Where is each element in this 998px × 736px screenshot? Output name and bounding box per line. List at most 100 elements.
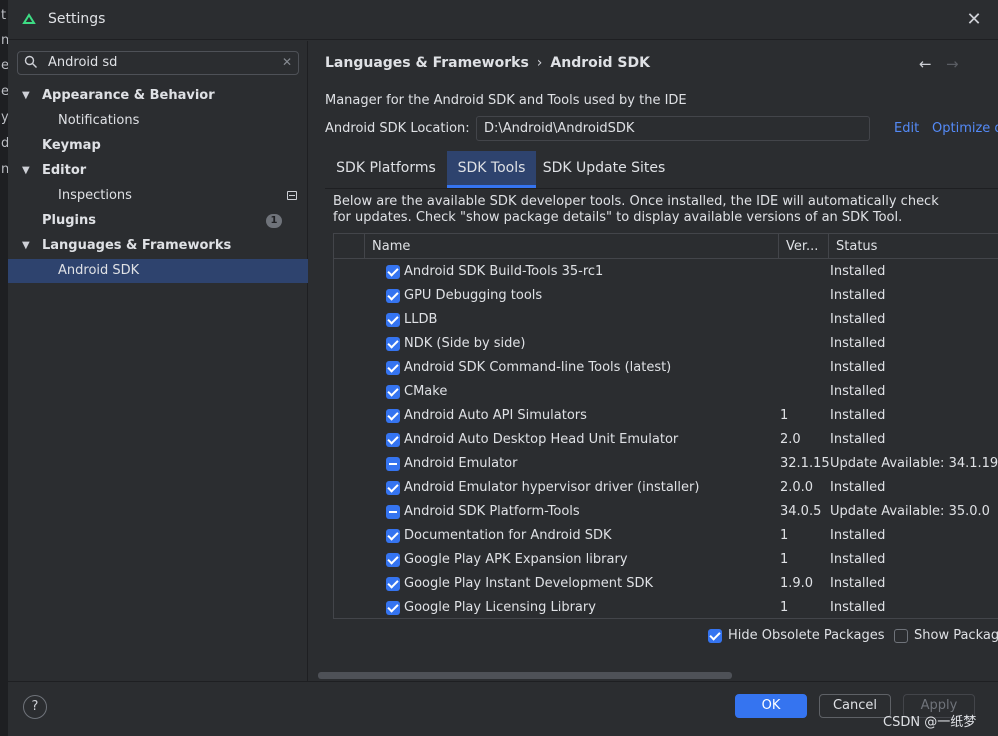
tools-note-line: Below are the available SDK developer to… bbox=[333, 194, 939, 209]
help-icon[interactable]: ? bbox=[23, 695, 47, 719]
chevron-down-icon: ▼ bbox=[22, 240, 30, 251]
tool-version: 1 bbox=[780, 408, 789, 423]
sidebar-item-label: Languages & Frameworks bbox=[42, 238, 232, 253]
tool-status: Installed bbox=[830, 432, 886, 447]
tool-status: Installed bbox=[830, 336, 886, 351]
table-row[interactable]: Android SDK Command-line Tools (latest) I… bbox=[334, 356, 998, 380]
sidebar-item-inspections[interactable]: Inspections bbox=[8, 184, 308, 208]
tool-name: Android SDK Platform-Tools bbox=[404, 504, 580, 519]
tool-version: 1.9.0 bbox=[780, 576, 814, 591]
sidebar-item-android-sdk[interactable]: Android SDK bbox=[8, 259, 308, 283]
checkbox-partial[interactable] bbox=[386, 505, 400, 519]
table-row[interactable]: Android Emulator hypervisor driver (inst… bbox=[334, 476, 998, 500]
edit-link[interactable]: Edit bbox=[894, 121, 919, 136]
tab-sdk-platforms[interactable]: SDK Platforms bbox=[325, 151, 447, 188]
table-row[interactable]: Android Auto API Simulators 1 Installed bbox=[334, 404, 998, 428]
optimize-link[interactable]: Optimize d bbox=[932, 121, 998, 136]
checkbox-checked[interactable] bbox=[386, 601, 400, 615]
search-icon bbox=[24, 55, 40, 71]
tool-name: Google Play APK Expansion library bbox=[404, 552, 628, 567]
table-row[interactable]: Android SDK Platform-Tools 34.0.5 Update A… bbox=[334, 500, 998, 524]
sidebar-item-label: Notifications bbox=[58, 113, 140, 128]
window-title: Settings bbox=[48, 11, 106, 27]
tool-name: Android Auto API Simulators bbox=[404, 408, 587, 423]
tool-version: 32.1.15 bbox=[780, 456, 830, 471]
tool-status: Update Available: 34.1.19 bbox=[830, 456, 998, 471]
sidebar-item-keymap[interactable]: Keymap bbox=[8, 134, 308, 158]
sidebar-item-languages-frameworks[interactable]: ▼ Languages & Frameworks bbox=[8, 234, 308, 258]
chevron-down-icon: ▼ bbox=[22, 90, 30, 101]
checkbox-checked[interactable] bbox=[386, 337, 400, 351]
edge-letter: n bbox=[1, 162, 8, 177]
sidebar-item-editor[interactable]: ▼ Editor bbox=[8, 159, 308, 183]
checkbox-checked[interactable] bbox=[386, 553, 400, 567]
sidebar-item-plugins[interactable]: Plugins 1 bbox=[8, 209, 308, 233]
back-arrow-icon[interactable]: ← bbox=[919, 55, 932, 73]
table-row[interactable]: NDK (Side by side) Installed bbox=[334, 332, 998, 356]
checkbox-checked bbox=[708, 629, 722, 643]
column-header-version[interactable]: Ver... bbox=[778, 234, 828, 259]
tool-status: Installed bbox=[830, 288, 886, 303]
sdk-location-field[interactable]: D:\Android\AndroidSDK bbox=[476, 116, 870, 141]
table-row[interactable]: Android Auto Desktop Head Unit Emulator 2… bbox=[334, 428, 998, 452]
table-row[interactable]: Android Emulator 32.1.15 Update Available:… bbox=[334, 452, 998, 476]
horizontal-scrollbar[interactable] bbox=[318, 672, 732, 679]
sidebar-item-notifications[interactable]: Notifications bbox=[8, 109, 308, 133]
show-package-details-label: Show Packag bbox=[914, 628, 998, 643]
cancel-button[interactable]: Cancel bbox=[819, 694, 891, 718]
tool-status: Installed bbox=[830, 528, 886, 543]
table-row[interactable]: Google Play APK Expansion library 1 Instal… bbox=[334, 548, 998, 572]
checkbox-partial[interactable] bbox=[386, 457, 400, 471]
tool-status: Installed bbox=[830, 312, 886, 327]
edge-letter: d bbox=[1, 136, 8, 151]
column-header-status[interactable]: Status bbox=[828, 234, 998, 259]
checkbox-checked[interactable] bbox=[386, 361, 400, 375]
tool-name: Android SDK Command-line Tools (latest) bbox=[404, 360, 672, 375]
table-row[interactable]: GPU Debugging tools Installed bbox=[334, 284, 998, 308]
checkbox-checked[interactable] bbox=[386, 409, 400, 423]
checkbox-checked[interactable] bbox=[386, 577, 400, 591]
tool-status: Update Available: 35.0.0 bbox=[830, 504, 990, 519]
checkbox-checked[interactable] bbox=[386, 313, 400, 327]
checkbox-checked[interactable] bbox=[386, 385, 400, 399]
close-icon[interactable]: ✕ bbox=[964, 10, 984, 30]
edge-letter: n bbox=[1, 33, 8, 48]
forward-arrow-icon[interactable]: → bbox=[946, 55, 959, 73]
tool-status: Installed bbox=[830, 480, 886, 495]
main-panel: Languages & Frameworks › Android SDK ← → M… bbox=[309, 41, 998, 681]
search-value: Android sd bbox=[48, 55, 118, 70]
sdk-location-label: Android SDK Location: bbox=[325, 121, 470, 136]
checkbox-checked[interactable] bbox=[386, 289, 400, 303]
tool-name: Android Emulator hypervisor driver (inst… bbox=[404, 480, 700, 495]
watermark-text: CSDN @一纸梦 bbox=[883, 715, 977, 730]
sdk-tabs: SDK Platforms SDK Tools SDK Update Sites bbox=[325, 151, 998, 189]
tool-name: Documentation for Android SDK bbox=[404, 528, 612, 543]
tab-sdk-update-sites[interactable]: SDK Update Sites bbox=[536, 151, 672, 188]
tab-sdk-tools[interactable]: SDK Tools bbox=[447, 151, 536, 188]
column-header-name[interactable]: Name bbox=[364, 234, 778, 259]
table-row[interactable]: LLDB Installed bbox=[334, 308, 998, 332]
page-description: Manager for the Android SDK and Tools us… bbox=[325, 93, 687, 108]
checkbox-checked[interactable] bbox=[386, 529, 400, 543]
search-input[interactable]: Android sd ✕ bbox=[17, 51, 299, 75]
table-row[interactable]: Android SDK Build-Tools 35-rc1 Installed bbox=[334, 260, 998, 284]
sidebar-item-label: Plugins bbox=[42, 213, 96, 228]
checkbox-checked[interactable] bbox=[386, 433, 400, 447]
tool-status: Installed bbox=[830, 408, 886, 423]
settings-dialog: Settings ✕ Android sd ✕ ▼ Appearance & B… bbox=[8, 0, 998, 736]
table-row[interactable]: Google Play Instant Development SDK 1.9.0… bbox=[334, 572, 998, 596]
breadcrumb-separator: › bbox=[536, 55, 543, 71]
android-studio-icon bbox=[22, 13, 36, 24]
project-settings-icon bbox=[287, 191, 297, 200]
checkbox-checked[interactable] bbox=[386, 265, 400, 279]
table-row[interactable]: CMake Installed bbox=[334, 380, 998, 404]
breadcrumb-current: Android SDK bbox=[550, 55, 650, 71]
checkbox-checked[interactable] bbox=[386, 481, 400, 495]
table-row[interactable]: Documentation for Android SDK 1 Installed bbox=[334, 524, 998, 548]
ok-button[interactable]: OK bbox=[735, 694, 807, 718]
clear-search-icon[interactable]: ✕ bbox=[282, 55, 292, 69]
sidebar-item-appearance-behavior[interactable]: ▼ Appearance & Behavior bbox=[8, 84, 308, 108]
tool-name: Google Play Instant Development SDK bbox=[404, 576, 654, 591]
table-row[interactable]: Google Play Licensing Library 1 Installed bbox=[334, 596, 998, 618]
tool-status: Installed bbox=[830, 264, 886, 279]
